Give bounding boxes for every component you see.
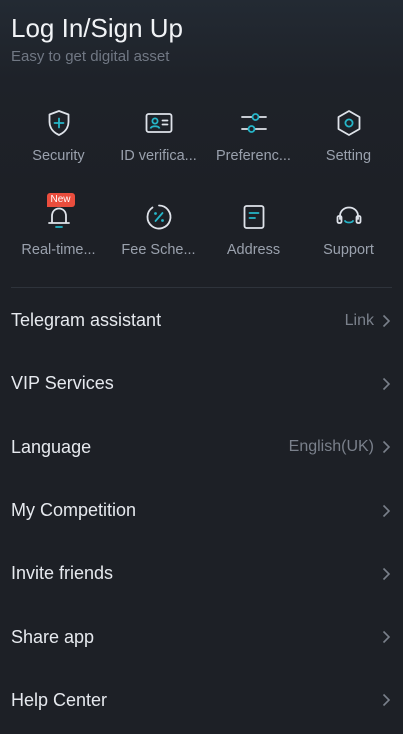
menu-item-label: Invite friends (11, 563, 114, 584)
shortcut-label: Preferenc... (216, 148, 291, 164)
menu-item-value: English(UK) (289, 438, 391, 456)
shortcut-real-time[interactable]: New Real-time... (6, 193, 111, 292)
login-subtitle: Easy to get digital asset (11, 48, 170, 65)
chevron-right-icon (382, 377, 391, 391)
menu-item-label: Share app (11, 626, 95, 647)
shortcut-label: Support (323, 242, 374, 258)
shortcut-id-verification[interactable]: ID verifica... (111, 104, 206, 198)
shortcut-row: Security ID verifica... Preferenc... Set… (0, 104, 403, 198)
login-title[interactable]: Log In/Sign Up (11, 12, 183, 44)
shortcut-label: Real-time... (21, 242, 96, 258)
shortcut-setting[interactable]: Setting (301, 104, 396, 198)
menu-item-telegram-assistant[interactable]: Telegram assistant Link (0, 289, 403, 352)
chevron-right-icon (382, 567, 391, 580)
section-divider (11, 287, 392, 288)
shield-plus-icon (44, 108, 74, 138)
menu-item-share-app[interactable]: Share app (0, 605, 403, 668)
menu-item-label: My Competition (11, 500, 137, 521)
profile-screen: Log In/Sign Up Easy to get digital asset… (0, 0, 403, 734)
chevron-right-icon (382, 694, 391, 707)
login-header[interactable]: Log In/Sign Up Easy to get digital asset (11, 12, 183, 65)
chevron-right-icon (382, 631, 391, 644)
chevron-right-icon (382, 504, 391, 517)
menu-item-label: Help Center (11, 689, 108, 710)
headset-icon (334, 202, 364, 232)
chevron-right-icon (382, 314, 391, 327)
hexagon-gear-icon (334, 108, 364, 138)
menu-item-value-text: Link (344, 311, 374, 329)
chevron-right-icon (382, 441, 391, 454)
new-badge: New (46, 193, 75, 207)
menu-item-value (374, 630, 391, 644)
menu-item-help-center[interactable]: Help Center (0, 669, 403, 732)
shortcut-label: Setting (325, 148, 372, 164)
shortcut-label: ID verifica... (120, 148, 197, 164)
sliders-icon (239, 108, 269, 138)
shortcut-security[interactable]: Security (6, 104, 111, 198)
shortcut-address[interactable]: Address (206, 198, 301, 292)
document-icon (239, 202, 269, 232)
menu-item-language[interactable]: Language English(UK) (0, 416, 403, 479)
menu-item-my-competition[interactable]: My Competition (0, 479, 403, 542)
shortcut-label: Fee Sche... (121, 242, 196, 258)
menu-item-label: VIP Services (11, 373, 114, 394)
shortcut-grid: Security ID verifica... Preferenc... Set… (0, 104, 403, 292)
menu-item-value: Link (345, 312, 391, 330)
menu-item-vip-services[interactable]: VIP Services (0, 352, 403, 415)
menu-item-value (374, 504, 391, 518)
id-card-icon (144, 108, 174, 138)
menu-item-invite-friends[interactable]: Invite friends (0, 542, 403, 605)
shortcut-preferences[interactable]: Preferenc... (206, 104, 301, 198)
menu-item-value-text: English(UK) (288, 438, 374, 456)
settings-menu: Telegram assistant Link VIP Services Lan… (0, 289, 403, 732)
percent-circle-icon (144, 202, 174, 232)
shortcut-fee-schedule[interactable]: Fee Sche... (111, 198, 206, 292)
bell-icon: New (44, 193, 75, 232)
menu-item-label: Language (11, 436, 92, 457)
shortcut-label: Address (226, 242, 281, 258)
menu-item-label: Telegram assistant (11, 310, 162, 331)
menu-item-value (374, 693, 391, 707)
shortcut-label: Security (32, 148, 85, 164)
shortcut-support[interactable]: Support (301, 198, 396, 292)
menu-item-value (374, 567, 391, 581)
shortcut-row: New Real-time... Fee Sche... Address Sup… (0, 193, 403, 292)
menu-item-value (374, 377, 391, 391)
